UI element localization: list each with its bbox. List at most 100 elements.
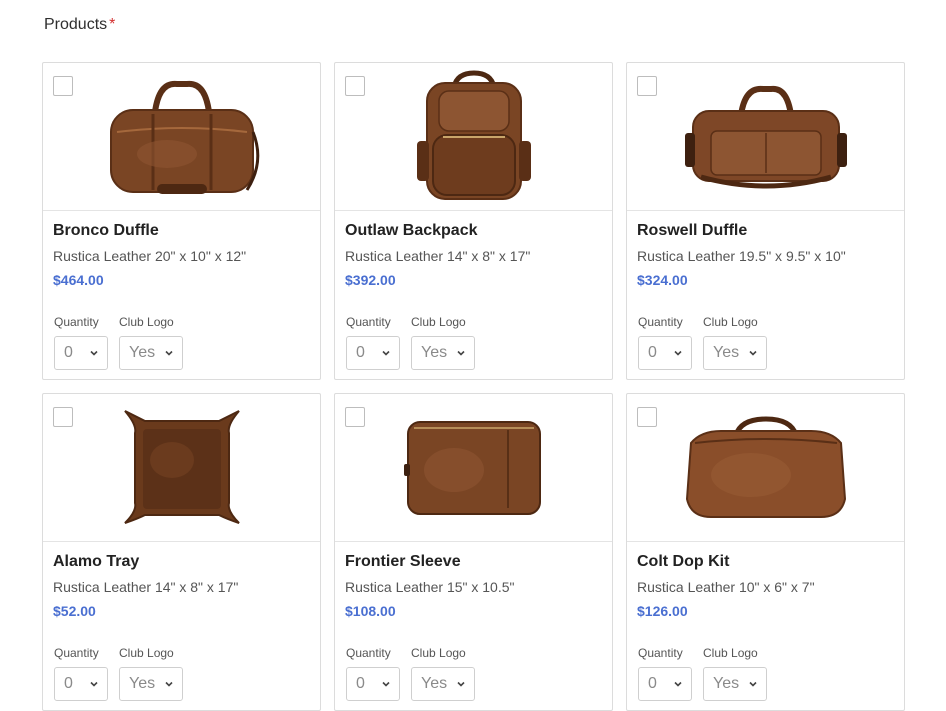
- quantity-group: Quantity 0: [638, 645, 692, 701]
- product-price: $324.00: [637, 272, 688, 288]
- quantity-select[interactable]: 0: [638, 336, 692, 370]
- club-logo-select[interactable]: Yes: [411, 336, 475, 370]
- club-logo-label: Club Logo: [411, 315, 466, 329]
- chevron-down-icon: [674, 681, 682, 687]
- product-description: Rustica Leather 20" x 10" x 12": [53, 248, 247, 264]
- product-name: Outlaw Backpack: [345, 222, 478, 239]
- quantity-select[interactable]: 0: [638, 667, 692, 701]
- chevron-down-icon: [90, 350, 98, 356]
- product-image-area: [335, 394, 612, 542]
- dopp-kit-image: [685, 415, 846, 518]
- club-logo-group: Club Logo Yes: [411, 645, 475, 701]
- chevron-down-icon: [165, 681, 173, 687]
- product-description: Rustica Leather 15" x 10.5": [345, 579, 515, 595]
- quantity-select[interactable]: 0: [54, 667, 108, 701]
- club-logo-label: Club Logo: [411, 646, 466, 660]
- chevron-down-icon: [749, 350, 757, 356]
- quantity-value: 0: [64, 344, 73, 361]
- chevron-down-icon: [457, 681, 465, 687]
- quantity-value: 0: [356, 675, 365, 692]
- quantity-label: Quantity: [346, 315, 391, 329]
- valet-tray-image: [123, 410, 240, 524]
- product-select-checkbox[interactable]: [53, 407, 73, 427]
- product-description: Rustica Leather 10" x 6" x 7": [637, 579, 815, 595]
- club-logo-value: Yes: [129, 675, 156, 692]
- quantity-label: Quantity: [638, 646, 683, 660]
- product-image-area: [43, 394, 320, 542]
- product-select-checkbox[interactable]: [345, 407, 365, 427]
- product-price: $392.00: [345, 272, 396, 288]
- quantity-group: Quantity 0: [54, 314, 108, 370]
- club-logo-select[interactable]: Yes: [411, 667, 475, 701]
- club-logo-group: Club Logo Yes: [703, 314, 767, 370]
- quantity-group: Quantity 0: [54, 645, 108, 701]
- quantity-select[interactable]: 0: [54, 336, 108, 370]
- product-description: Rustica Leather 19.5" x 9.5" x 10": [637, 248, 846, 264]
- club-logo-value: Yes: [713, 344, 740, 361]
- product-card: Bronco Duffle Rustica Leather 20" x 10" …: [42, 62, 321, 380]
- product-price: $108.00: [345, 603, 396, 619]
- product-card: Roswell Duffle Rustica Leather 19.5" x 9…: [626, 62, 905, 380]
- product-description: Rustica Leather 14" x 8" x 17": [53, 579, 239, 595]
- product-select-checkbox[interactable]: [637, 407, 657, 427]
- quantity-select[interactable]: 0: [346, 336, 400, 370]
- chevron-down-icon: [90, 681, 98, 687]
- product-card: Alamo Tray Rustica Leather 14" x 8" x 17…: [42, 393, 321, 711]
- product-image-area: [335, 63, 612, 211]
- product-name: Alamo Tray: [53, 553, 140, 570]
- quantity-label: Quantity: [54, 315, 99, 329]
- backpack-image: [416, 70, 531, 200]
- club-logo-label: Club Logo: [119, 315, 174, 329]
- product-select-checkbox[interactable]: [637, 76, 657, 96]
- duffle-bag-image: [684, 85, 847, 188]
- product-name: Colt Dop Kit: [637, 553, 730, 570]
- required-asterisk: *: [109, 16, 116, 33]
- product-price: $464.00: [53, 272, 104, 288]
- quantity-value: 0: [648, 344, 657, 361]
- quantity-label: Quantity: [346, 646, 391, 660]
- chevron-down-icon: [382, 350, 390, 356]
- club-logo-label: Club Logo: [703, 315, 758, 329]
- product-card: Colt Dop Kit Rustica Leather 10" x 6" x …: [626, 393, 905, 711]
- club-logo-value: Yes: [421, 675, 448, 692]
- product-select-checkbox[interactable]: [53, 76, 73, 96]
- chevron-down-icon: [457, 350, 465, 356]
- quantity-group: Quantity 0: [346, 645, 400, 701]
- quantity-group: Quantity 0: [346, 314, 400, 370]
- quantity-label: Quantity: [54, 646, 99, 660]
- chevron-down-icon: [382, 681, 390, 687]
- product-name: Frontier Sleeve: [345, 553, 461, 570]
- product-name: Roswell Duffle: [637, 222, 748, 239]
- club-logo-group: Club Logo Yes: [119, 314, 183, 370]
- chevron-down-icon: [749, 681, 757, 687]
- quantity-select[interactable]: 0: [346, 667, 400, 701]
- club-logo-select[interactable]: Yes: [119, 667, 183, 701]
- quantity-value: 0: [356, 344, 365, 361]
- products-label-text: Products: [44, 16, 108, 33]
- club-logo-label: Club Logo: [119, 646, 174, 660]
- product-select-checkbox[interactable]: [345, 76, 365, 96]
- product-grid: Bronco Duffle Rustica Leather 20" x 10" …: [42, 62, 905, 711]
- product-description: Rustica Leather 14" x 8" x 17": [345, 248, 531, 264]
- club-logo-label: Club Logo: [703, 646, 758, 660]
- product-price: $126.00: [637, 603, 688, 619]
- chevron-down-icon: [165, 350, 173, 356]
- product-price: $52.00: [53, 603, 96, 619]
- products-field-label: Products *: [44, 16, 115, 34]
- quantity-group: Quantity 0: [638, 314, 692, 370]
- club-logo-select[interactable]: Yes: [703, 336, 767, 370]
- product-image-area: [627, 394, 904, 542]
- laptop-sleeve-image: [403, 420, 541, 515]
- quantity-value: 0: [648, 675, 657, 692]
- club-logo-group: Club Logo Yes: [703, 645, 767, 701]
- club-logo-value: Yes: [713, 675, 740, 692]
- product-image-area: [43, 63, 320, 211]
- club-logo-group: Club Logo Yes: [411, 314, 475, 370]
- club-logo-select[interactable]: Yes: [703, 667, 767, 701]
- product-image-area: [627, 63, 904, 211]
- quantity-label: Quantity: [638, 315, 683, 329]
- duffle-bag-image: [109, 80, 259, 194]
- product-name: Bronco Duffle: [53, 222, 159, 239]
- club-logo-group: Club Logo Yes: [119, 645, 183, 701]
- club-logo-select[interactable]: Yes: [119, 336, 183, 370]
